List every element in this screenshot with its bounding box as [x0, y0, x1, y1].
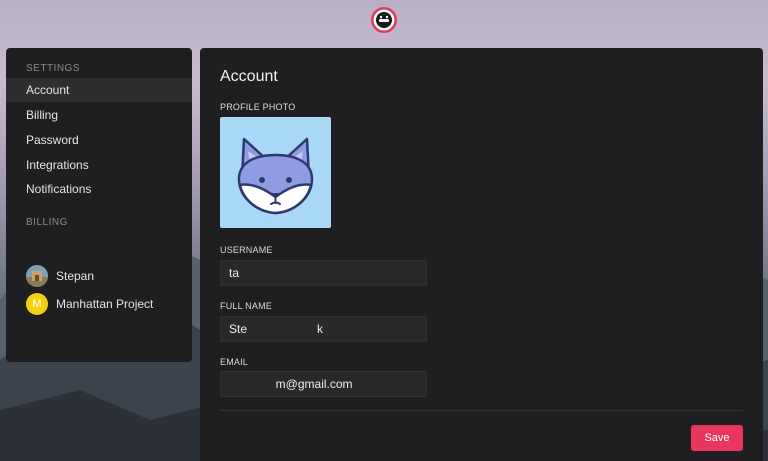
profile-photo-label: PROFILE PHOTO — [220, 102, 296, 112]
email-input[interactable]: m@gmail.com — [220, 371, 427, 397]
fox-avatar-icon — [237, 137, 314, 215]
photo-avatar — [26, 265, 48, 287]
org-item-manhattan-project[interactable]: M Manhattan Project — [26, 293, 153, 315]
fullname-input[interactable]: Ste k — [220, 316, 427, 342]
sidebar-item-account[interactable]: Account — [6, 78, 192, 102]
profile-photo[interactable] — [220, 117, 331, 228]
fullname-label: FULL NAME — [220, 301, 272, 311]
app-logo-icon[interactable] — [370, 6, 398, 34]
sidebar-item-integrations[interactable]: Integrations — [6, 153, 192, 177]
sidebar-section-billing: BILLING — [26, 217, 68, 228]
org-name: Manhattan Project — [56, 297, 154, 311]
sidebar-item-notifications[interactable]: Notifications — [6, 177, 192, 201]
account-panel: Account PROFILE PHOTO USERNAME ta FULL N… — [200, 48, 763, 461]
email-label: EMAIL — [220, 357, 249, 367]
sidebar-section-settings: SETTINGS — [26, 63, 81, 74]
letter-avatar: M — [26, 293, 48, 315]
username-input[interactable]: ta — [220, 260, 427, 286]
avatar-initial: M — [32, 298, 42, 310]
sidebar-item-password[interactable]: Password — [6, 128, 192, 152]
username-label: USERNAME — [220, 245, 273, 255]
form-divider — [220, 410, 743, 411]
settings-sidebar: SETTINGS Account Billing Password Integr… — [6, 48, 192, 362]
save-button[interactable]: Save — [691, 425, 743, 451]
page-title: Account — [220, 68, 278, 85]
sidebar-item-billing[interactable]: Billing — [6, 103, 192, 127]
org-item-stepan[interactable]: Stepan — [26, 265, 94, 287]
org-name: Stepan — [56, 269, 95, 283]
